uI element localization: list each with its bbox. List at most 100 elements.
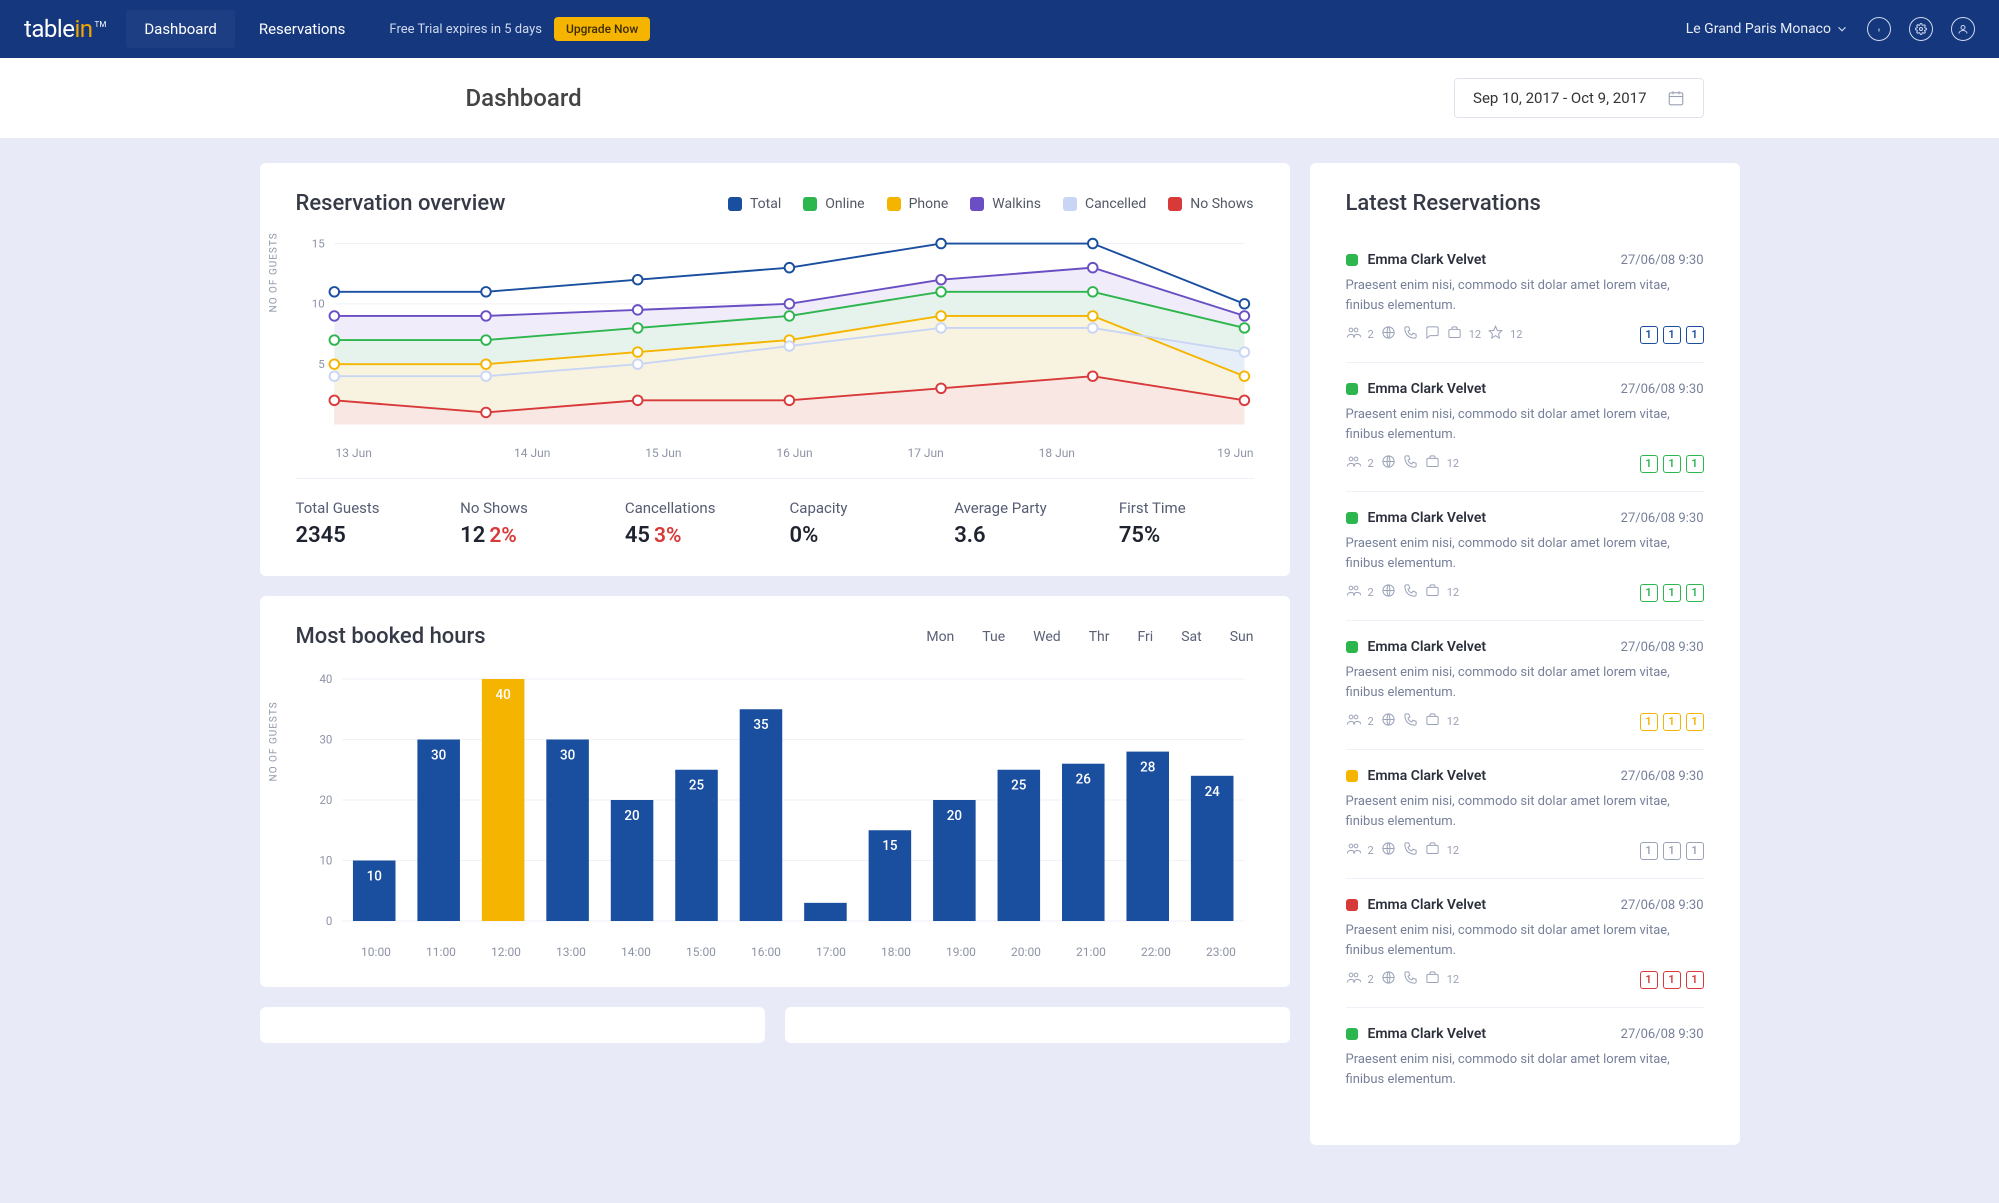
reservation-item[interactable]: Emma Clark Velvet 27/06/08 9:30 Praesent…: [1346, 492, 1704, 621]
stat-label: Total Guests: [296, 499, 431, 517]
reservation-badge[interactable]: 1: [1663, 713, 1681, 731]
legend-item-online[interactable]: Online: [803, 196, 864, 212]
reservation-badge[interactable]: 1: [1640, 842, 1658, 860]
status-dot: [1346, 254, 1358, 266]
empty-card-2: [785, 1007, 1290, 1043]
day-tab-wed[interactable]: Wed: [1033, 629, 1061, 645]
day-tab-sat[interactable]: Sat: [1181, 629, 1202, 645]
legend-item-cancelled[interactable]: Cancelled: [1063, 196, 1146, 212]
people-icon: [1346, 970, 1361, 989]
day-tab-fri[interactable]: Fri: [1138, 629, 1154, 645]
calendar-icon: [1667, 89, 1685, 107]
svg-text:35: 35: [753, 717, 768, 733]
legend-item-phone[interactable]: Phone: [887, 196, 949, 212]
stat-value: 3.6: [954, 523, 1089, 548]
day-tab-tue[interactable]: Tue: [982, 629, 1005, 645]
reservation-badge[interactable]: 1: [1640, 971, 1658, 989]
x-label: 10:00: [344, 945, 409, 959]
x-label: 11:00: [409, 945, 474, 959]
star-icon: [1488, 325, 1503, 344]
briefcase-icon: [1447, 325, 1462, 344]
people-icon: [1346, 583, 1361, 602]
legend-item-total[interactable]: Total: [728, 196, 781, 212]
people-count: 2: [1368, 586, 1374, 599]
reservation-badge[interactable]: 1: [1686, 455, 1704, 473]
reservation-badge[interactable]: 1: [1640, 455, 1658, 473]
booked-title: Most booked hours: [296, 624, 486, 649]
briefcase-icon: [1425, 712, 1440, 731]
day-tab-mon[interactable]: Mon: [926, 629, 954, 645]
reservation-badge[interactable]: 1: [1640, 584, 1658, 602]
reservation-badge[interactable]: 1: [1686, 842, 1704, 860]
upgrade-button[interactable]: Upgrade Now: [554, 17, 650, 41]
day-tab-sun[interactable]: Sun: [1230, 629, 1254, 645]
reservation-badge[interactable]: 1: [1663, 326, 1681, 344]
stat-pct: 2%: [489, 524, 517, 548]
status-dot: [1346, 383, 1358, 395]
bar-chart[interactable]: 010203040103040302025353152025262824: [296, 673, 1254, 933]
reservation-badge[interactable]: 1: [1686, 971, 1704, 989]
reservation-item[interactable]: Emma Clark Velvet 27/06/08 9:30 Praesent…: [1346, 750, 1704, 879]
legend-label: Walkins: [992, 196, 1041, 212]
globe-icon: [1381, 454, 1396, 473]
user-icon[interactable]: [1951, 17, 1975, 41]
x-label: 17:00: [799, 945, 864, 959]
stat-label: Capacity: [790, 499, 925, 517]
reservation-badge[interactable]: 1: [1663, 971, 1681, 989]
x-label: 18 Jun: [991, 446, 1122, 460]
phone-icon: [1403, 454, 1418, 473]
topbar: tablein TM DashboardReservations Free Tr…: [0, 0, 1999, 58]
svg-text:30: 30: [319, 732, 332, 746]
nav-item-reservations[interactable]: Reservations: [241, 10, 364, 48]
reservation-badge[interactable]: 1: [1640, 326, 1658, 344]
people-icon: [1346, 325, 1361, 344]
reservation-badge[interactable]: 1: [1663, 455, 1681, 473]
legend-item-no shows[interactable]: No Shows: [1168, 196, 1253, 212]
briefcase-icon: [1425, 970, 1440, 989]
x-label: 17 Jun: [860, 446, 991, 460]
reservation-badge[interactable]: 1: [1640, 713, 1658, 731]
reservation-badge[interactable]: 1: [1686, 584, 1704, 602]
people-count: 2: [1368, 457, 1374, 470]
reservation-item[interactable]: Emma Clark Velvet 27/06/08 9:30 Praesent…: [1346, 879, 1704, 1008]
reservation-badge[interactable]: 1: [1663, 842, 1681, 860]
reservation-badge[interactable]: 1: [1686, 713, 1704, 731]
x-label: 14 Jun: [467, 446, 598, 460]
reservation-date: 27/06/08 9:30: [1621, 253, 1704, 268]
reservation-name: Emma Clark Velvet: [1368, 252, 1611, 268]
reservation-badges: 111: [1640, 584, 1704, 602]
reservation-badge[interactable]: 1: [1686, 326, 1704, 344]
account-switcher[interactable]: Le Grand Paris Monaco: [1686, 21, 1849, 37]
x-label: 13:00: [539, 945, 604, 959]
legend-item-walkins[interactable]: Walkins: [970, 196, 1041, 212]
reservation-item[interactable]: Emma Clark Velvet 27/06/08 9:30 Praesent…: [1346, 234, 1704, 363]
status-dot: [1346, 899, 1358, 911]
x-label: 16 Jun: [729, 446, 860, 460]
reservation-badge[interactable]: 1: [1663, 584, 1681, 602]
reservation-desc: Praesent enim nisi, commodo sit dolar am…: [1346, 663, 1704, 702]
x-label: 15 Jun: [598, 446, 729, 460]
briefcase-count: 12: [1447, 973, 1459, 986]
latest-title: Latest Reservations: [1346, 191, 1704, 216]
reservation-icons: 2 12: [1346, 454, 1460, 473]
nav-item-dashboard[interactable]: Dashboard: [126, 10, 235, 48]
overview-title: Reservation overview: [296, 191, 506, 216]
reservation-desc: Praesent enim nisi, commodo sit dolar am…: [1346, 405, 1704, 444]
legend-swatch: [970, 197, 984, 211]
reservation-icons: 2 1212: [1346, 325, 1523, 344]
reservation-item[interactable]: Emma Clark Velvet 27/06/08 9:30 Praesent…: [1346, 621, 1704, 750]
info-icon[interactable]: [1867, 17, 1891, 41]
stat-value: 0%: [790, 523, 925, 548]
gear-icon[interactable]: [1909, 17, 1933, 41]
day-tab-thr[interactable]: Thr: [1089, 629, 1110, 645]
reservation-item[interactable]: Emma Clark Velvet 27/06/08 9:30 Praesent…: [1346, 363, 1704, 492]
x-label: 15:00: [669, 945, 734, 959]
date-range-picker[interactable]: Sep 10, 2017 - Oct 9, 2017: [1454, 78, 1703, 118]
status-dot: [1346, 1028, 1358, 1040]
x-label: 13 Jun: [336, 446, 467, 460]
logo[interactable]: tablein TM: [24, 15, 106, 43]
svg-text:25: 25: [688, 777, 703, 793]
line-chart[interactable]: 51015: [296, 234, 1254, 434]
reservation-item[interactable]: Emma Clark Velvet 27/06/08 9:30 Praesent…: [1346, 1008, 1704, 1117]
briefcase-count: 12: [1447, 457, 1459, 470]
